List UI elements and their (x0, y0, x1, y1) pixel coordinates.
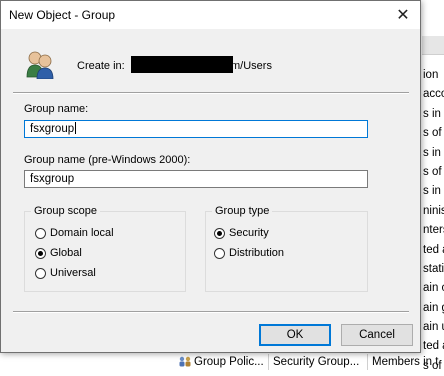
row-type-cell: Security Group... (273, 356, 360, 368)
radio-button[interactable] (35, 267, 46, 279)
table-row[interactable]: Group Polic... Security Group... Members… (178, 354, 444, 370)
list-item[interactable]: s in t (422, 182, 444, 201)
group-type-legend: Group type (212, 205, 273, 217)
list-item[interactable]: ain u (422, 318, 444, 337)
radio-security[interactable]: Security (214, 227, 269, 239)
description-column: ion acco s in t s of s in t s of s in t … (422, 66, 444, 376)
title-bar[interactable]: New Object - Group ✕ (1, 1, 420, 29)
list-item[interactable]: statio (422, 260, 444, 279)
list-item[interactable]: ted a (422, 241, 444, 260)
redacted-domain (131, 56, 233, 73)
cancel-button[interactable]: Cancel (341, 324, 413, 346)
group-name-pre2000-value: fsxgroup (30, 173, 75, 185)
group-scope-box: Group scope Domain local Global Universa… (24, 205, 186, 292)
list-item[interactable]: acco (422, 85, 444, 104)
radio-label: Security (229, 227, 269, 239)
radio-universal[interactable]: Universal (35, 267, 96, 279)
group-policy-icon (178, 356, 192, 368)
group-name-pre2000-input[interactable]: fsxgroup (24, 170, 368, 188)
radio-distribution[interactable]: Distribution (214, 247, 284, 259)
radio-button-selected[interactable] (35, 247, 46, 259)
group-type-box: Group type Security Distribution (205, 205, 368, 292)
radio-button[interactable] (214, 247, 225, 259)
close-icon[interactable]: ✕ (386, 1, 420, 29)
row-name-cell: Group Polic... (194, 356, 264, 368)
divider (367, 354, 368, 370)
divider (13, 92, 409, 94)
group-name-label: Group name: (24, 103, 89, 115)
radio-domain-local[interactable]: Domain local (35, 227, 114, 239)
group-name-pre2000-label: Group name (pre-Windows 2000): (24, 154, 191, 166)
list-item[interactable]: s in t (422, 144, 444, 163)
text-caret (75, 122, 77, 134)
row-description-cell: Members in t (372, 356, 439, 368)
list-item[interactable]: ain c (422, 279, 444, 298)
radio-label: Distribution (229, 247, 285, 259)
dialog-title: New Object - Group (9, 8, 116, 22)
list-item[interactable]: ion (422, 66, 444, 85)
group-scope-legend: Group scope (31, 205, 100, 217)
list-item[interactable]: s of (422, 124, 444, 143)
create-in-path: m/Users (231, 60, 272, 72)
list-item[interactable]: nters w (422, 221, 444, 240)
radio-label: Global (50, 247, 82, 259)
column-header-strip (422, 36, 444, 55)
divider (268, 354, 269, 370)
radio-global[interactable]: Global (35, 247, 82, 259)
group-name-input[interactable]: fsxgroup (24, 120, 368, 138)
list-item[interactable]: s of (422, 163, 444, 182)
users-group-icon (23, 49, 57, 80)
radio-button-selected[interactable] (214, 227, 225, 239)
ok-button[interactable]: OK (259, 324, 331, 346)
radio-label: Domain local (50, 227, 114, 239)
new-object-group-dialog: New Object - Group ✕ Create in: m/Users … (0, 0, 421, 353)
group-name-value: fsxgroup (30, 123, 75, 135)
radio-label: Universal (50, 267, 96, 279)
radio-button[interactable] (35, 227, 46, 239)
divider (13, 311, 409, 313)
list-item[interactable]: s in t (422, 105, 444, 124)
list-item[interactable]: ain g (422, 299, 444, 318)
create-in-label: Create in: (77, 60, 125, 72)
list-item[interactable]: ninis (422, 202, 444, 221)
